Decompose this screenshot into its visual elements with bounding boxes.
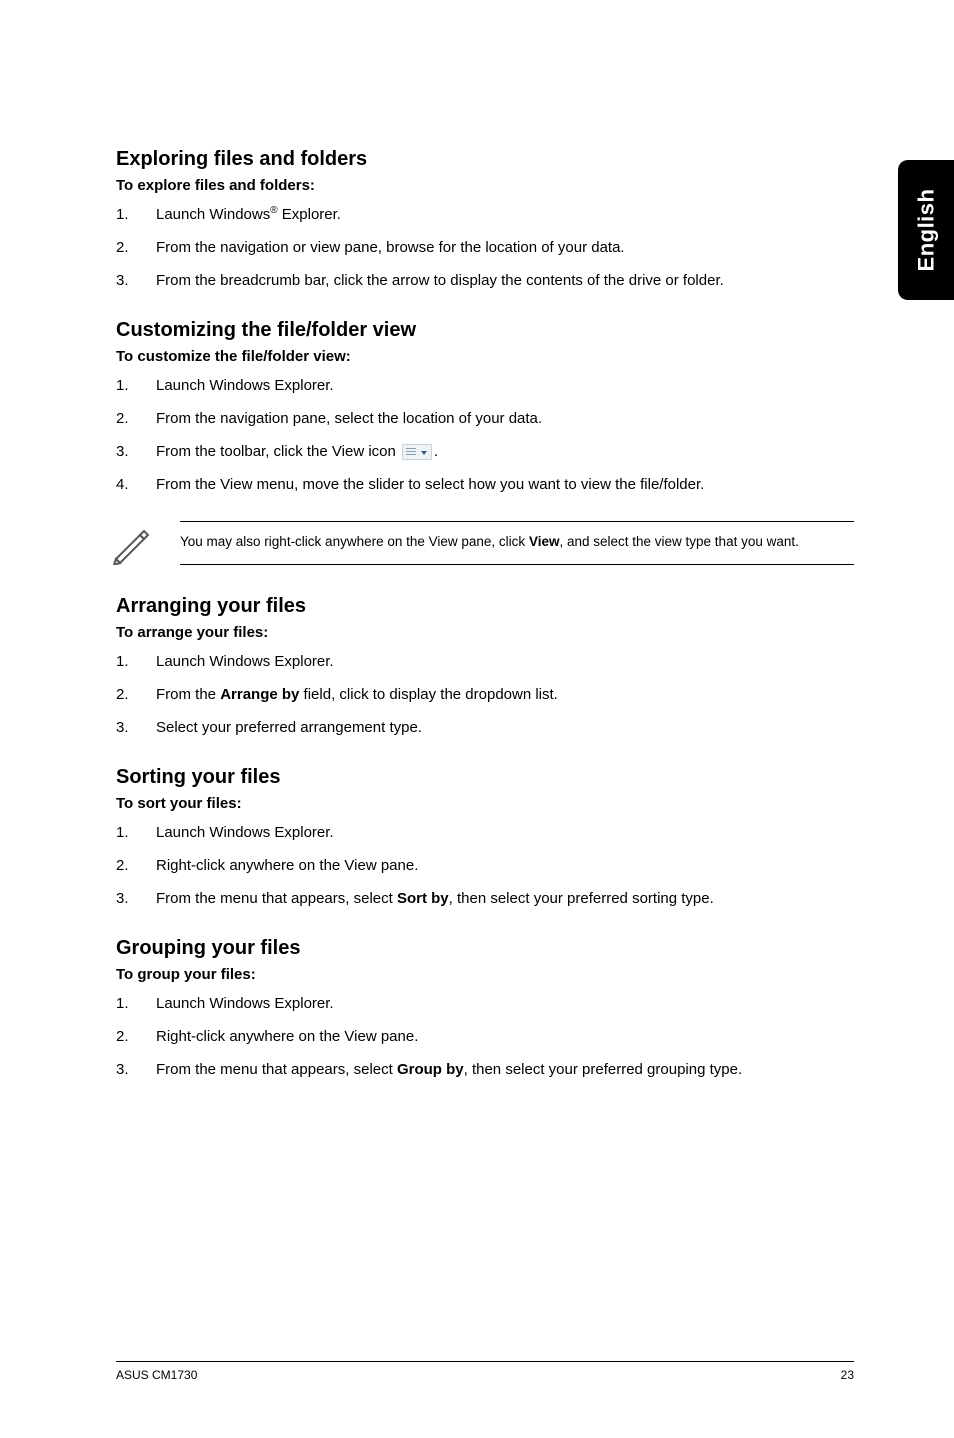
steps-explore: 1. Launch Windows® Explorer. 2. From the… [116,204,854,291]
language-tab-label: English [913,189,939,272]
heading-explore: Exploring files and folders [116,148,854,171]
list-item: 1. Launch Windows Explorer. [116,993,854,1014]
subhead-arrange: To arrange your files: [116,624,854,641]
heading-arrange: Arranging your files [116,595,854,618]
step-text: From the menu that appears, select Sort … [156,888,854,909]
note-block: You may also right-click anywhere on the… [116,521,854,565]
list-item: 2. From the Arrange by field, click to d… [116,684,854,705]
step-number: 2. [116,684,156,705]
step-number: 1. [116,375,156,396]
list-item: 3. From the toolbar, click the View icon… [116,441,854,462]
step-number: 1. [116,651,156,672]
list-item: 3. From the menu that appears, select Gr… [116,1059,854,1080]
list-item: 2. Right-click anywhere on the View pane… [116,855,854,876]
heading-sort: Sorting your files [116,766,854,789]
list-item: 3. From the breadcrumb bar, click the ar… [116,270,854,291]
step-number: 2. [116,408,156,429]
step-number: 1. [116,822,156,843]
section-customize: Customizing the file/folder view To cust… [116,319,854,565]
page-content: Exploring files and folders To explore f… [116,148,854,1108]
step-text: From the navigation pane, select the loc… [156,408,854,429]
heading-customize: Customizing the file/folder view [116,319,854,342]
step-number: 3. [116,717,156,738]
step-text: From the breadcrumb bar, click the arrow… [156,270,854,291]
step-number: 3. [116,888,156,909]
footer-page-number: 23 [841,1368,854,1382]
step-number: 3. [116,1059,156,1080]
step-text: From the navigation or view pane, browse… [156,237,854,258]
subhead-explore: To explore files and folders: [116,177,854,194]
list-item: 2. Right-click anywhere on the View pane… [116,1026,854,1047]
section-explore: Exploring files and folders To explore f… [116,148,854,291]
step-text: Launch Windows Explorer. [156,375,854,396]
note-text: You may also right-click anywhere on the… [180,521,854,565]
list-item: 1. Launch Windows Explorer. [116,822,854,843]
page-footer: ASUS CM1730 23 [116,1361,854,1382]
language-tab: English [898,160,954,300]
footer-left: ASUS CM1730 [116,1368,197,1382]
list-item: 2. From the navigation or view pane, bro… [116,237,854,258]
section-arrange: Arranging your files To arrange your fil… [116,595,854,738]
step-text: From the toolbar, click the View icon . [156,441,854,462]
step-text: From the View menu, move the slider to s… [156,474,854,495]
list-item: 3. Select your preferred arrangement typ… [116,717,854,738]
list-item: 1. Launch Windows® Explorer. [116,204,854,225]
list-item: 3. From the menu that appears, select So… [116,888,854,909]
steps-arrange: 1. Launch Windows Explorer. 2. From the … [116,651,854,738]
step-number: 3. [116,270,156,291]
step-text: Right-click anywhere on the View pane. [156,855,854,876]
step-text: Right-click anywhere on the View pane. [156,1026,854,1047]
list-item: 2. From the navigation pane, select the … [116,408,854,429]
list-item: 1. Launch Windows Explorer. [116,375,854,396]
step-text: Launch Windows Explorer. [156,822,854,843]
step-text: Launch Windows Explorer. [156,993,854,1014]
step-number: 2. [116,1026,156,1047]
step-number: 2. [116,237,156,258]
section-sort: Sorting your files To sort your files: 1… [116,766,854,909]
heading-group: Grouping your files [116,937,854,960]
list-item: 4. From the View menu, move the slider t… [116,474,854,495]
step-text: From the menu that appears, select Group… [156,1059,854,1080]
list-item: 1. Launch Windows Explorer. [116,651,854,672]
steps-customize: 1. Launch Windows Explorer. 2. From the … [116,375,854,495]
step-number: 1. [116,204,156,225]
step-text: Launch Windows Explorer. [156,651,854,672]
view-icon [402,444,432,460]
step-number: 1. [116,993,156,1014]
pencil-icon [110,521,154,565]
step-text: From the Arrange by field, click to disp… [156,684,854,705]
subhead-group: To group your files: [116,966,854,983]
step-text: Launch Windows® Explorer. [156,204,854,225]
section-group: Grouping your files To group your files:… [116,937,854,1080]
step-text: Select your preferred arrangement type. [156,717,854,738]
steps-sort: 1. Launch Windows Explorer. 2. Right-cli… [116,822,854,909]
subhead-customize: To customize the file/folder view: [116,348,854,365]
step-number: 4. [116,474,156,495]
step-number: 3. [116,441,156,462]
subhead-sort: To sort your files: [116,795,854,812]
step-number: 2. [116,855,156,876]
steps-group: 1. Launch Windows Explorer. 2. Right-cli… [116,993,854,1080]
